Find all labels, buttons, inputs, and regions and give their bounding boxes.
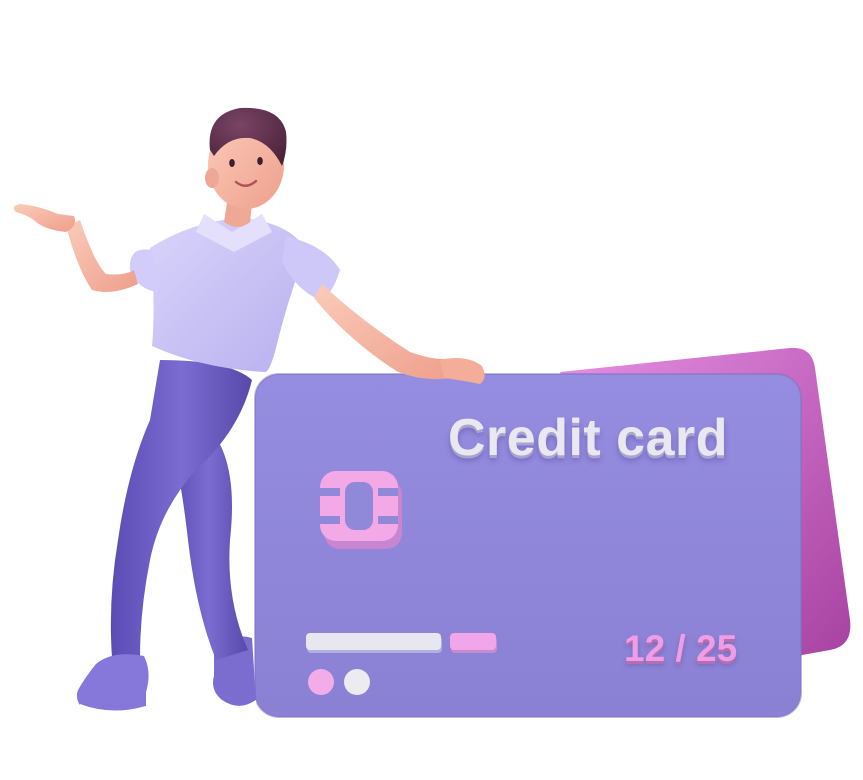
card-chip-icon — [320, 471, 402, 549]
card-expiry: 12 / 25 — [624, 628, 738, 669]
card-number-stripes — [306, 633, 497, 653]
illustration-canvas: Credit card 12 / 25 — [0, 0, 863, 780]
card-title: Credit card — [448, 409, 729, 467]
